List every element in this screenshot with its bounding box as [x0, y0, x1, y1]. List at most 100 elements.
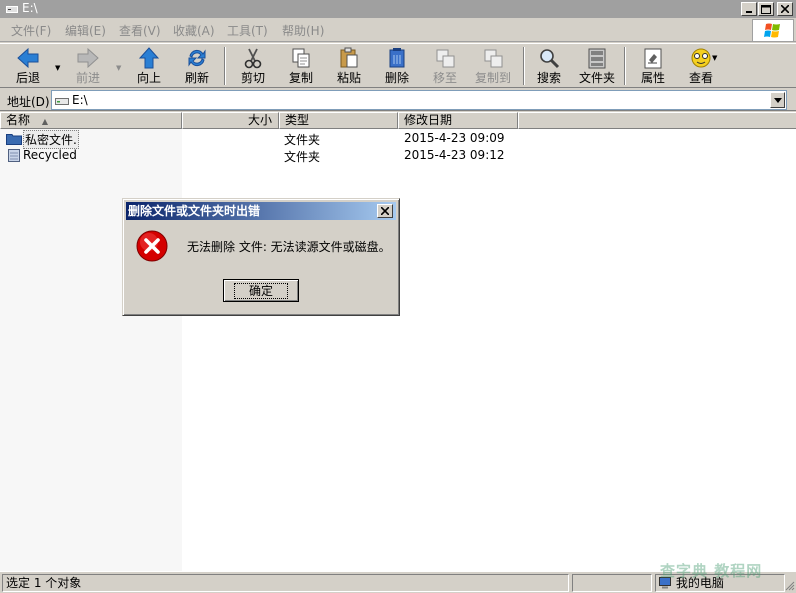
error-icon — [136, 230, 168, 262]
file-modified: 2015-4-23 09:12 — [404, 148, 505, 162]
dialog-title: 删除文件或文件夹时出错 — [128, 204, 261, 218]
menu-tools[interactable]: 工具(T) — [227, 22, 268, 39]
back-dropdown-icon[interactable]: ▼ — [55, 64, 60, 72]
properties-button[interactable]: 属性 — [634, 44, 672, 88]
column-header-name[interactable]: 名称 ▲ — [0, 112, 182, 129]
address-dropdown-button[interactable] — [770, 92, 785, 108]
file-modified: 2015-4-23 09:09 — [404, 131, 505, 145]
address-input[interactable]: E:\ — [51, 90, 787, 110]
properties-icon — [644, 48, 662, 69]
maximize-button[interactable] — [758, 2, 774, 16]
refresh-icon — [188, 49, 206, 67]
ok-label: 确定 — [233, 282, 288, 299]
column-header-row: 名称 ▲ 大小 类型 修改日期 — [0, 112, 796, 129]
column-size-label: 大小 — [247, 113, 272, 127]
copy-icon — [292, 48, 310, 68]
cut-button[interactable]: 剪切 — [233, 44, 273, 88]
windows-logo — [752, 19, 794, 42]
close-icon — [781, 5, 789, 13]
dialog-title-bar: 删除文件或文件夹时出错 — [126, 202, 396, 220]
forward-button[interactable]: 前进 — [66, 44, 110, 88]
forward-dropdown-icon[interactable]: ▼ — [116, 64, 121, 72]
column-name-label: 名称 — [6, 113, 31, 127]
address-value: E:\ — [72, 93, 88, 107]
search-icon — [540, 49, 560, 69]
column-type-label: 类型 — [285, 113, 310, 127]
drive-icon — [55, 98, 69, 105]
close-icon — [381, 207, 389, 215]
title-bar: E:\ — [0, 0, 796, 18]
forward-arrow-icon — [77, 47, 99, 69]
back-label: 后退 — [15, 71, 40, 85]
cut-label: 剪切 — [240, 71, 265, 85]
menu-favorites[interactable]: 收藏(A) — [173, 22, 215, 39]
status-panel-empty — [572, 574, 652, 592]
close-button[interactable] — [777, 2, 793, 16]
minimize-button[interactable] — [741, 2, 757, 16]
delete-label: 删除 — [384, 71, 409, 85]
status-text: 选定 1 个对象 — [2, 574, 569, 592]
views-button[interactable]: 查看 — [682, 44, 720, 88]
sorted-column-highlight — [0, 129, 182, 571]
chevron-down-icon — [773, 97, 782, 103]
delete-button[interactable]: 删除 — [377, 44, 417, 88]
up-arrow-icon — [138, 47, 160, 69]
copy-button[interactable]: 复制 — [281, 44, 321, 88]
scissors-icon — [244, 48, 262, 69]
menu-view[interactable]: 查看(V) — [119, 22, 161, 39]
delete-icon — [389, 48, 405, 68]
copy-to-button[interactable]: 复制到 — [471, 44, 515, 88]
views-dropdown-icon[interactable]: ▼ — [712, 54, 717, 62]
table-row[interactable]: Recycled 文件夹 2015-4-23 09:12 — [0, 147, 796, 164]
watermark: 查字典 教程网 — [660, 562, 763, 580]
folders-button[interactable]: 文件夹 — [576, 44, 618, 88]
windows-flag-icon — [764, 23, 780, 38]
resize-grip-icon[interactable] — [784, 580, 795, 591]
address-bar: 地址(D) E:\ — [0, 89, 796, 111]
forward-label: 前进 — [75, 71, 100, 85]
dialog-close-button[interactable] — [377, 204, 393, 218]
error-dialog: 删除文件或文件夹时出错 无法删除 文件: 无法读源文件或磁盘。 确定 — [122, 198, 400, 316]
minimize-icon — [746, 11, 752, 13]
column-header-size[interactable]: 大小 — [182, 112, 279, 129]
copy-label: 复制 — [288, 71, 313, 85]
menu-help[interactable]: 帮助(H) — [282, 22, 324, 39]
folder-icon — [6, 134, 22, 145]
window-title: E:\ — [22, 1, 38, 15]
column-header-modified[interactable]: 修改日期 — [398, 112, 518, 129]
toolbar-separator — [624, 47, 626, 85]
move-to-button[interactable]: 移至 — [425, 44, 465, 88]
toolbar-separator — [224, 47, 226, 85]
column-header-type[interactable]: 类型 — [279, 112, 398, 129]
paste-button[interactable]: 粘贴 — [329, 44, 369, 88]
back-button[interactable]: 后退 — [6, 44, 50, 88]
menu-file[interactable]: 文件(F) — [11, 22, 51, 39]
menu-bar: 文件(F) 编辑(E) 查看(V) 收藏(A) 工具(T) 帮助(H) — [0, 18, 796, 42]
file-type: 文件夹 — [284, 150, 321, 164]
copy-to-label: 复制到 — [474, 71, 511, 85]
search-button[interactable]: 搜索 — [531, 44, 567, 88]
address-label: 地址(D) — [7, 95, 50, 109]
menu-edit[interactable]: 编辑(E) — [65, 22, 106, 39]
table-row[interactable]: 私密文件. 文件夹 2015-4-23 09:09 — [0, 130, 796, 149]
sort-ascending-icon: ▲ — [41, 117, 48, 126]
move-to-icon — [436, 49, 455, 68]
column-header-filler — [518, 112, 796, 129]
refresh-button[interactable]: 刷新 — [177, 44, 217, 88]
toolbar-separator — [523, 47, 525, 85]
ok-button[interactable]: 确定 — [223, 279, 299, 302]
views-label: 查看 — [688, 71, 713, 85]
column-modified-label: 修改日期 — [404, 113, 453, 127]
file-name: Recycled — [23, 148, 77, 162]
up-button[interactable]: 向上 — [130, 44, 168, 88]
file-type: 文件夹 — [284, 133, 321, 147]
views-icon — [691, 48, 711, 68]
search-label: 搜索 — [536, 71, 561, 85]
drive-icon — [6, 6, 18, 13]
maximize-icon — [761, 4, 771, 14]
file-list[interactable]: 名称 ▲ 大小 类型 修改日期 私密文件. 文件夹 2015-4-23 09:0… — [0, 112, 796, 571]
paste-icon — [340, 47, 358, 68]
recycled-folder-icon — [8, 149, 20, 162]
folders-icon — [588, 48, 606, 69]
refresh-label: 刷新 — [184, 71, 209, 85]
